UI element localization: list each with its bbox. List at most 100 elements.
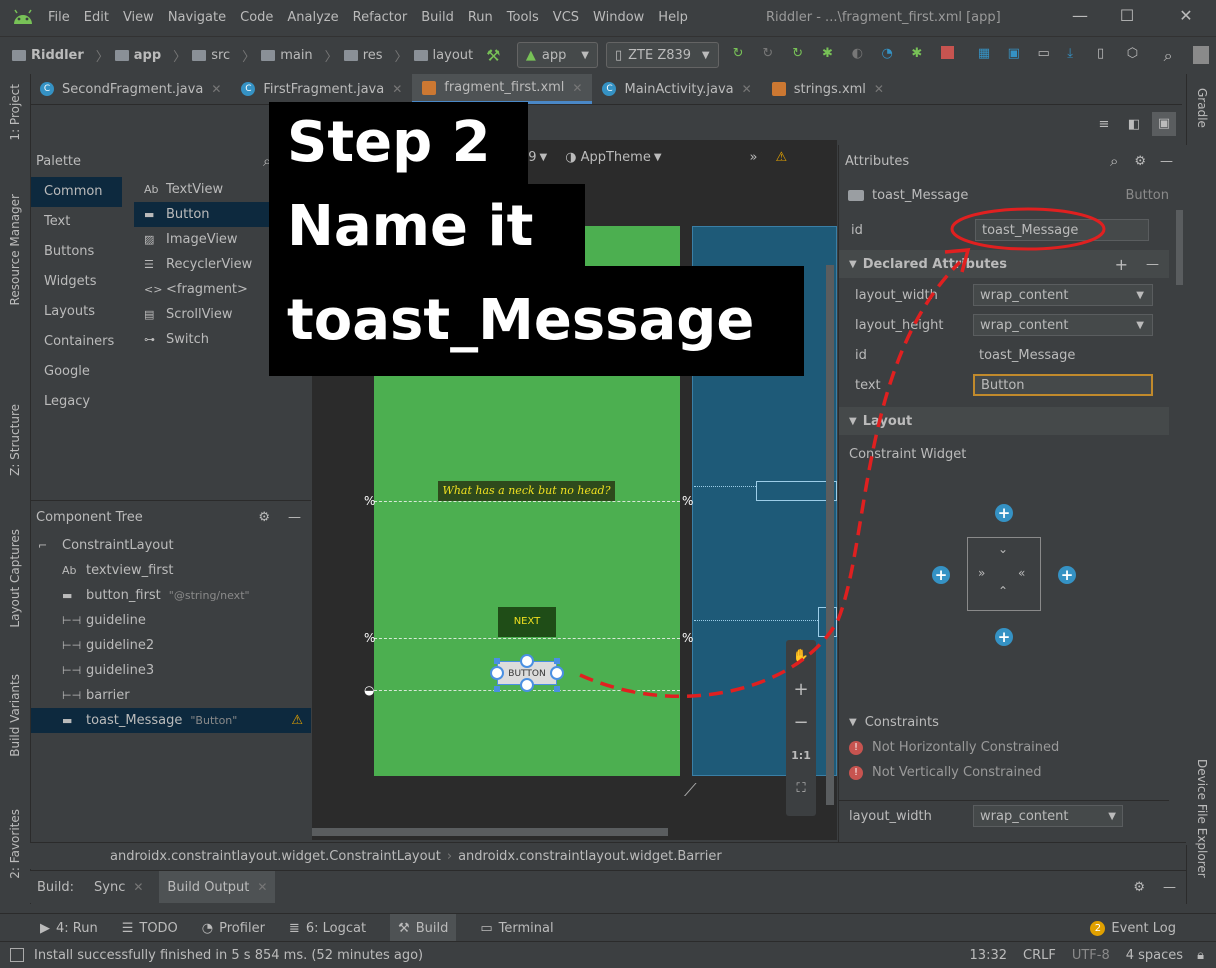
palette-category-google[interactable]: Google bbox=[31, 357, 122, 387]
tab-mainactivity-java[interactable]: C MainActivity.java ✕ bbox=[592, 74, 761, 104]
guideline-percent-icon[interactable]: % bbox=[364, 494, 375, 508]
crumb-res[interactable]: res bbox=[343, 48, 383, 63]
tree-item-constraintlayout[interactable]: ⌐ ConstraintLayout bbox=[31, 533, 311, 558]
overflow-icon[interactable]: » bbox=[750, 150, 758, 165]
attribute-value-field[interactable]: toast_Message bbox=[973, 344, 1153, 366]
menu-view[interactable]: View bbox=[123, 10, 154, 25]
menu-navigate[interactable]: Navigate bbox=[168, 10, 226, 25]
maximize-button[interactable]: ☐ bbox=[1113, 6, 1141, 28]
tree-item-toast-message[interactable]: ▬ toast_Message "Button" ⚠ bbox=[31, 708, 311, 733]
menu-edit[interactable]: Edit bbox=[84, 10, 109, 25]
menu-build[interactable]: Build bbox=[421, 10, 454, 25]
tool-project[interactable]: 1: Project bbox=[8, 84, 22, 141]
menu-vcs[interactable]: VCS bbox=[553, 10, 579, 25]
id-field[interactable]: toast_Message bbox=[975, 219, 1149, 241]
split-view-icon[interactable]: ◧ bbox=[1122, 117, 1146, 132]
gear-icon[interactable]: ⚙ bbox=[1133, 880, 1145, 895]
run-config-select[interactable]: ▲ app ▼ bbox=[516, 42, 598, 68]
attribute-value-field[interactable]: wrap_content ▼ bbox=[973, 284, 1153, 306]
project-structure-icon[interactable]: ▦ bbox=[978, 46, 994, 64]
breadcrumb-constraintlayout[interactable]: androidx.constraintlayout.widget.Constra… bbox=[110, 849, 441, 864]
horizontal-scrollbar[interactable] bbox=[312, 828, 668, 836]
remove-attribute-icon[interactable]: — bbox=[1146, 257, 1159, 272]
search-icon[interactable]: ⌕ bbox=[1110, 152, 1118, 170]
palette-category-layouts[interactable]: Layouts bbox=[31, 297, 122, 327]
vertical-scrollbar[interactable] bbox=[826, 265, 834, 805]
menu-tools[interactable]: Tools bbox=[507, 10, 539, 25]
menu-file[interactable]: File bbox=[48, 10, 70, 25]
add-right-constraint-button[interactable]: + bbox=[1058, 566, 1076, 584]
attach-debugger-icon[interactable]: ✱ bbox=[911, 46, 927, 64]
menu-window[interactable]: Window bbox=[593, 10, 644, 25]
menu-run[interactable]: Run bbox=[468, 10, 493, 25]
add-left-constraint-button[interactable]: + bbox=[932, 566, 950, 584]
palette-category-legacy[interactable]: Legacy bbox=[31, 387, 122, 417]
tool-window-build[interactable]: ⚒ Build bbox=[390, 914, 457, 942]
constraint-handle-top[interactable] bbox=[520, 654, 534, 668]
minimize-icon[interactable]: — bbox=[288, 510, 301, 525]
avatar[interactable] bbox=[1193, 46, 1210, 64]
line-separator[interactable]: CRLF bbox=[1023, 948, 1056, 963]
close-icon[interactable]: ✕ bbox=[257, 880, 267, 894]
crumb-main[interactable]: main bbox=[261, 48, 313, 63]
add-bottom-constraint-button[interactable]: + bbox=[995, 628, 1013, 646]
attribute-value-field[interactable]: wrap_content ▼ bbox=[973, 314, 1153, 336]
tree-item-button-first[interactable]: ▬ button_first "@string/next" bbox=[31, 583, 311, 608]
tool-window-profiler[interactable]: ◔ Profiler bbox=[202, 921, 265, 936]
close-icon[interactable]: ✕ bbox=[874, 82, 884, 96]
package-icon[interactable]: ⬡ bbox=[1127, 46, 1143, 64]
crumb-src[interactable]: src bbox=[192, 48, 230, 63]
menu-help[interactable]: Help bbox=[658, 10, 688, 25]
tab-sync[interactable]: Sync bbox=[94, 880, 125, 895]
close-icon[interactable]: ✕ bbox=[211, 82, 221, 96]
close-icon[interactable]: ✕ bbox=[392, 82, 402, 96]
resize-handle[interactable] bbox=[554, 686, 560, 692]
device-select[interactable]: ▯ ZTE Z839 ▼ bbox=[605, 42, 719, 68]
breadcrumb-barrier[interactable]: androidx.constraintlayout.widget.Barrier bbox=[458, 849, 722, 864]
zoom-out-icon[interactable]: − bbox=[786, 706, 816, 739]
tool-device-file-explorer[interactable]: Device File Explorer bbox=[1195, 759, 1209, 878]
crumb-app[interactable]: app bbox=[114, 48, 161, 63]
warning-icon[interactable]: ⚠ bbox=[291, 713, 303, 728]
tab-build-output[interactable]: Build Output ✕ bbox=[159, 871, 276, 903]
apply-changes-icon[interactable]: ↻ bbox=[733, 46, 749, 64]
sync-gradle-icon[interactable]: ▣ bbox=[1008, 46, 1024, 64]
crumb-layout[interactable]: layout bbox=[413, 48, 473, 63]
tree-item-barrier[interactable]: ⊢⊣ barrier bbox=[31, 683, 311, 708]
tool-window-todo[interactable]: ☰ TODO bbox=[122, 921, 178, 936]
sdk-manager-icon[interactable]: ⤓ bbox=[1067, 46, 1083, 64]
indent-setting[interactable]: 4 spaces bbox=[1126, 948, 1183, 963]
minimize-icon[interactable]: — bbox=[1160, 154, 1173, 169]
pan-hand-icon[interactable]: ✋ bbox=[786, 640, 816, 673]
layout-section-header[interactable]: ▼ Layout bbox=[839, 407, 1169, 435]
add-top-constraint-button[interactable]: + bbox=[995, 504, 1013, 522]
apply-code-changes-icon[interactable]: ↻ bbox=[762, 46, 778, 64]
chevron-down-icon[interactable]: ▼ bbox=[1136, 320, 1144, 331]
search-icon[interactable]: ⌕ bbox=[1164, 46, 1180, 65]
close-window-button[interactable]: ✕ bbox=[1172, 6, 1200, 28]
avd-manager-icon[interactable]: ▭ bbox=[1037, 46, 1053, 64]
lock-icon[interactable]: 🔒︎ bbox=[1197, 948, 1204, 963]
design-view-icon[interactable]: ▣ bbox=[1152, 112, 1176, 136]
zoom-in-icon[interactable]: + bbox=[786, 673, 816, 706]
run-icon[interactable]: ↻ bbox=[792, 46, 808, 64]
zoom-to-fit-icon[interactable]: ⛶ bbox=[786, 772, 816, 805]
guideline2-percent-icon[interactable]: % bbox=[364, 631, 375, 645]
device-icon[interactable]: ▯ bbox=[1097, 46, 1113, 64]
coverage-icon[interactable]: ◐ bbox=[852, 46, 868, 64]
tool-structure[interactable]: Z: Structure bbox=[8, 404, 22, 476]
code-view-icon[interactable]: ≡ bbox=[1092, 117, 1116, 132]
tab-secondfragment-java[interactable]: C SecondFragment.java ✕ bbox=[30, 74, 231, 104]
resize-handle[interactable] bbox=[494, 686, 500, 692]
chevron-down-icon[interactable]: ▼ bbox=[1136, 290, 1144, 301]
minimize-icon[interactable]: — bbox=[1163, 880, 1176, 895]
palette-category-containers[interactable]: Containers bbox=[31, 327, 122, 357]
minimize-button[interactable]: — bbox=[1066, 6, 1094, 28]
palette-category-widgets[interactable]: Widgets bbox=[31, 267, 122, 297]
layout-width-field[interactable]: wrap_content ▼ bbox=[973, 805, 1123, 827]
constraint-handle-bottom[interactable] bbox=[520, 678, 534, 692]
declared-attributes-header[interactable]: ▼ Declared Attributes + — bbox=[839, 250, 1169, 278]
tab-firstfragment-java[interactable]: C FirstFragment.java ✕ bbox=[231, 74, 412, 104]
constraints-header[interactable]: ▼ Constraints bbox=[849, 715, 939, 730]
close-icon[interactable]: ✕ bbox=[572, 81, 582, 95]
